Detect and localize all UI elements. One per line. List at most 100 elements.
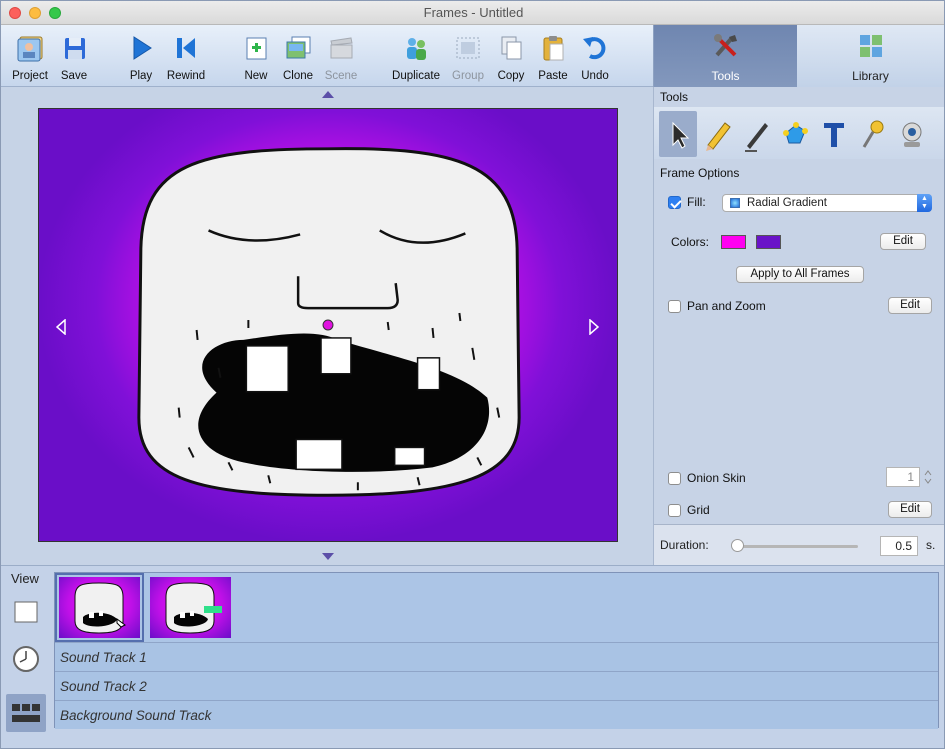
timeline-area: View Sound Track 1 Sound Track 2 Backgro… xyxy=(1,565,944,748)
clone-button[interactable]: Clone xyxy=(279,31,317,85)
tools-icon xyxy=(713,34,737,57)
fill-row: Fill: xyxy=(668,195,706,210)
group-button[interactable]: Group xyxy=(447,31,489,85)
fill-label: Fill: xyxy=(687,195,706,209)
colors-edit-button[interactable]: Edit xyxy=(880,233,926,250)
fill-type-select[interactable]: Radial Gradient ▲ ▼ xyxy=(722,194,932,212)
pencil-tool[interactable] xyxy=(698,111,736,157)
group-icon xyxy=(456,37,480,59)
stepper-arrows-icon[interactable] xyxy=(922,467,934,487)
clapboard-icon xyxy=(330,37,353,59)
colors-label: Colors: xyxy=(671,235,710,249)
project-icon xyxy=(17,36,43,62)
webcam-icon xyxy=(902,122,922,147)
duration-slider-track[interactable] xyxy=(736,545,858,548)
onion-skin-checkbox[interactable] xyxy=(668,472,681,486)
pan-zoom-label: Pan and Zoom xyxy=(687,299,766,313)
filmstrip-view-button[interactable] xyxy=(6,694,46,732)
pen-tool[interactable] xyxy=(737,111,775,157)
shape-icon xyxy=(783,122,808,144)
camera-tool[interactable] xyxy=(893,111,931,157)
rewind-button[interactable]: Rewind xyxy=(163,31,209,85)
duplicate-icon xyxy=(407,38,426,60)
pan-zoom-checkbox[interactable] xyxy=(668,300,681,314)
pencil-icon xyxy=(706,122,731,151)
pan-zoom-edit-button[interactable]: Edit xyxy=(888,297,932,314)
save-button[interactable]: Save xyxy=(55,31,93,85)
duration-slider-thumb[interactable] xyxy=(731,539,744,552)
play-icon xyxy=(133,36,152,60)
new-frame-icon xyxy=(246,37,267,60)
frame-canvas[interactable] xyxy=(38,108,618,542)
fill-checkbox[interactable] xyxy=(668,196,681,210)
paste-icon xyxy=(543,36,564,61)
arrow-down-icon[interactable] xyxy=(322,553,334,561)
tool-strip xyxy=(654,107,944,159)
view-column: View xyxy=(1,566,53,748)
zoom-window-button[interactable] xyxy=(49,7,61,19)
frame-options-title: Frame Options xyxy=(660,166,740,180)
fill-type-value: Radial Gradient xyxy=(747,197,827,209)
pan-zoom-row: Pan and Zoom xyxy=(668,299,766,314)
stage-area xyxy=(1,87,653,565)
frame-thumb-face xyxy=(74,582,126,634)
undo-button[interactable]: Undo xyxy=(577,31,613,85)
select-tool[interactable] xyxy=(659,111,697,157)
grid-label: Grid xyxy=(687,503,710,517)
sound-track-2[interactable]: Sound Track 2 xyxy=(55,671,938,700)
scene-button[interactable]: Scene xyxy=(321,31,361,85)
tab-library[interactable]: Library xyxy=(799,25,942,87)
new-frame-button[interactable]: New xyxy=(239,31,273,85)
grid-checkbox[interactable] xyxy=(668,504,681,518)
next-frame-arrow-icon[interactable] xyxy=(589,319,599,335)
timing-view-button[interactable] xyxy=(6,640,46,678)
single-frame-icon xyxy=(14,601,38,623)
window-title: Frames - Untitled xyxy=(423,5,524,20)
apply-to-all-frames-button[interactable]: Apply to All Frames xyxy=(736,266,864,283)
select-arrows-icon: ▲ ▼ xyxy=(917,194,932,212)
clock-icon xyxy=(13,646,39,672)
duration-unit: s. xyxy=(926,538,936,552)
frame-thumbnail-1[interactable] xyxy=(55,573,144,642)
microphone-tool[interactable] xyxy=(854,111,892,157)
library-icon xyxy=(859,35,882,57)
color-swatch-2[interactable] xyxy=(756,235,781,249)
pointer-icon xyxy=(672,121,690,149)
minimize-window-button[interactable] xyxy=(29,7,41,19)
undo-icon xyxy=(583,37,606,60)
panel-tabs: Tools Library xyxy=(653,25,944,87)
filmstrip-icon xyxy=(12,704,40,722)
copy-button[interactable]: Copy xyxy=(493,31,529,85)
duplicate-button[interactable]: Duplicate xyxy=(389,31,443,85)
clone-icon xyxy=(286,36,311,59)
close-window-button[interactable] xyxy=(9,7,21,19)
frames-strip xyxy=(55,573,938,643)
timeline-tracks: Sound Track 1 Sound Track 2 Background S… xyxy=(54,572,939,729)
frame-thumbnail-2[interactable] xyxy=(150,577,231,638)
face-drawing xyxy=(137,147,521,497)
previous-frame-arrow-icon[interactable] xyxy=(56,319,66,335)
text-tool[interactable] xyxy=(815,111,853,157)
background-sound-track[interactable]: Background Sound Track xyxy=(55,700,938,729)
tools-panel: Tools Frame Options Fill: Radial Gradien… xyxy=(653,87,944,565)
rewind-icon xyxy=(177,38,195,58)
play-button[interactable]: Play xyxy=(123,31,159,85)
onion-skin-label: Onion Skin xyxy=(687,471,746,485)
arrow-up-icon[interactable] xyxy=(322,91,334,99)
duration-label: Duration: xyxy=(660,538,709,552)
duration-input[interactable]: 0.5 xyxy=(880,536,918,556)
main-toolbar: Project Save Play Rewind New Clone Scene xyxy=(1,25,653,87)
project-button[interactable]: Project xyxy=(7,31,53,85)
shape-tool[interactable] xyxy=(776,111,814,157)
grid-edit-button[interactable]: Edit xyxy=(888,501,932,518)
single-frame-view-button[interactable] xyxy=(6,594,46,632)
color-swatch-1[interactable] xyxy=(721,235,746,249)
onion-skin-stepper[interactable]: 1 xyxy=(886,467,920,487)
sound-track-1[interactable]: Sound Track 1 xyxy=(55,642,938,671)
grid-row: Grid xyxy=(668,503,710,518)
paste-button[interactable]: Paste xyxy=(535,31,571,85)
tab-tools[interactable]: Tools xyxy=(654,25,797,87)
app-window: Frames - Untitled Project Save Play Rewi… xyxy=(0,0,945,749)
pen-icon xyxy=(745,123,768,152)
save-icon xyxy=(65,38,85,59)
